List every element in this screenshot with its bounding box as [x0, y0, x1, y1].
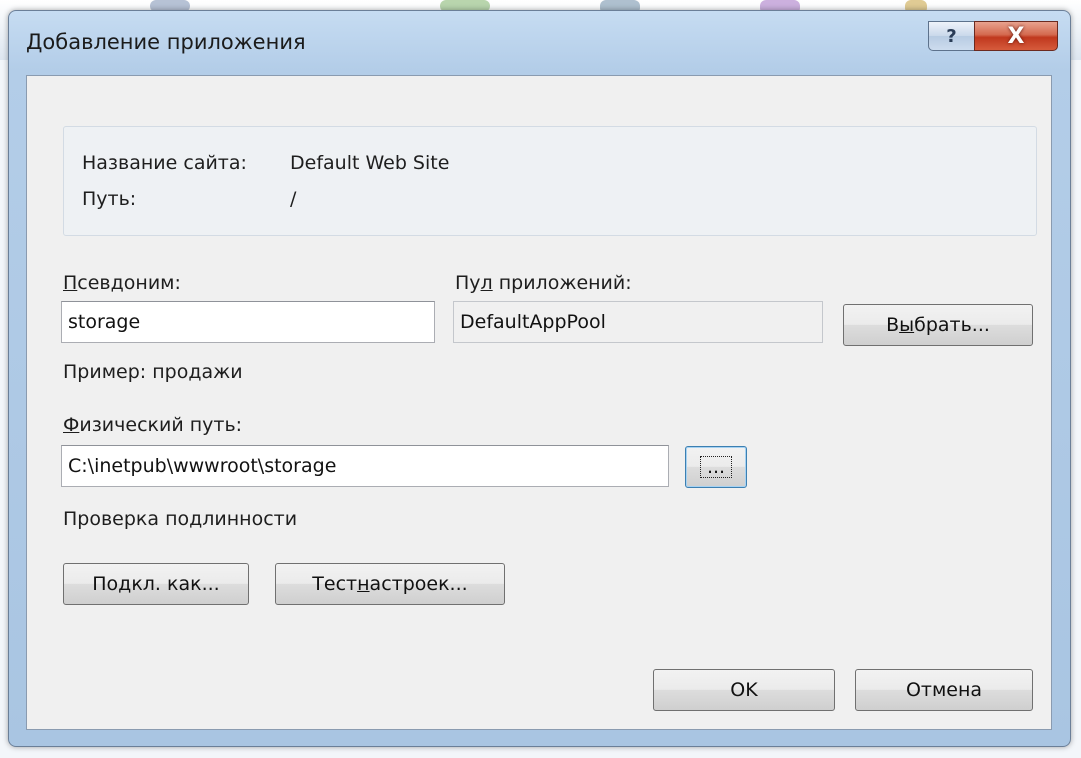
dialog-client-area: Название сайта: Default Web Site Путь: /… — [26, 75, 1052, 730]
dialog-title: Добавление приложения — [26, 30, 306, 54]
alias-label: Псевдоним: — [63, 272, 181, 294]
caption-buttons: ? X — [928, 21, 1058, 51]
app-pool-field: DefaultAppPool — [453, 301, 823, 343]
path-value: / — [290, 188, 297, 210]
test-settings-button[interactable]: Тест н астроек... — [275, 563, 505, 605]
ok-button[interactable]: OK — [653, 669, 835, 711]
physical-path-input[interactable]: C:\inetpub\wwwroot\storage — [61, 445, 669, 487]
help-button[interactable]: ? — [928, 21, 974, 51]
alias-example-text: Пример: продажи — [63, 361, 243, 383]
authentication-heading: Проверка подлинности — [63, 508, 298, 530]
physical-path-label: Физический путь: — [63, 414, 243, 436]
alias-input[interactable]: storage — [61, 301, 435, 343]
app-pool-label: Пул приложений: — [455, 272, 632, 294]
site-name-label: Название сайта: — [82, 152, 247, 174]
site-name-value: Default Web Site — [290, 152, 450, 174]
select-app-pool-button[interactable]: Вы брать... — [843, 304, 1033, 346]
path-label: Путь: — [82, 188, 137, 210]
connect-as-button[interactable]: По д кл. как... — [63, 563, 249, 605]
site-info-panel: Название сайта: Default Web Site Путь: / — [63, 126, 1037, 236]
close-button[interactable]: X — [974, 21, 1058, 51]
browse-path-button[interactable]: ... — [685, 446, 747, 488]
cancel-button[interactable]: Отмена — [855, 669, 1033, 711]
